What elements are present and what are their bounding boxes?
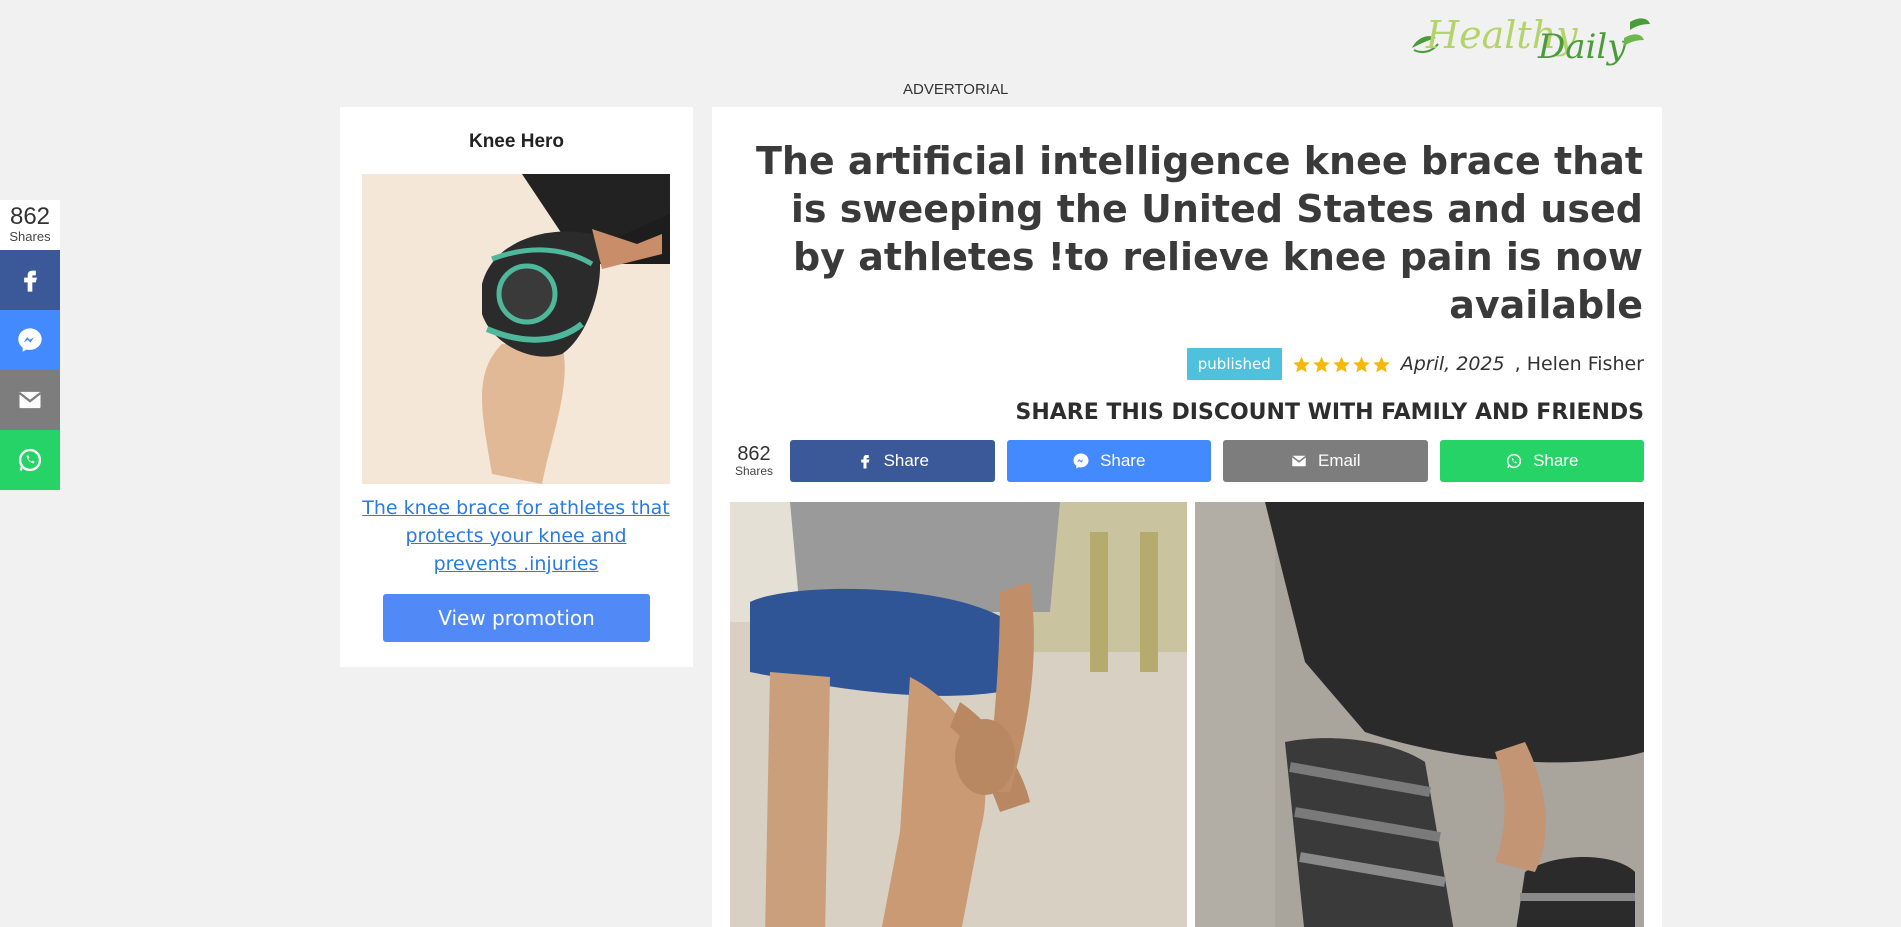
float-email-button[interactable]	[0, 370, 60, 430]
article-meta: published April, 2025 , Helen Fisher	[1186, 347, 1644, 381]
advertorial-label: ADVERTORIAL	[903, 81, 1009, 98]
article-card: The artificial intelligence knee brace t…	[712, 107, 1662, 927]
share-count: 862	[9, 203, 51, 230]
messenger-icon	[18, 328, 42, 352]
floating-share-bar: 862 Shares	[0, 200, 60, 490]
email-share-button[interactable]: Email	[1223, 440, 1428, 482]
share-button-label: Email	[1317, 451, 1361, 470]
man-holding-knee-photo	[730, 502, 1187, 927]
star-icon	[1372, 356, 1390, 372]
article-author: , Helen Fisher	[1514, 353, 1644, 375]
star-icon	[1292, 356, 1310, 372]
article-date: April, 2025	[1400, 353, 1505, 375]
logo-text-daily: Daily	[1537, 27, 1627, 67]
sidebar-title: Knee Hero	[468, 131, 565, 152]
inline-share-counter: 862 Shares	[730, 444, 778, 478]
whatsapp-icon	[1506, 453, 1522, 469]
email-icon	[18, 391, 42, 409]
facebook-icon	[860, 455, 870, 469]
share-count: 862	[737, 443, 771, 465]
star-icon	[1352, 356, 1370, 372]
float-messenger-button[interactable]	[0, 310, 60, 370]
share-button-label: Share	[1100, 451, 1146, 470]
email-icon	[1291, 455, 1307, 467]
knee-brace-worn-photo	[1195, 502, 1644, 927]
facebook-icon	[24, 270, 37, 292]
article-headline: The artificial intelligence knee brace t…	[755, 139, 1643, 327]
published-badge: published	[1186, 348, 1282, 380]
float-whatsapp-button[interactable]	[0, 430, 60, 490]
star-icon	[1332, 356, 1350, 372]
site-logo[interactable]: Healthy Daily	[1404, 8, 1654, 72]
author-name: Helen Fisher	[1526, 353, 1644, 375]
sidebar-product-card: Knee Hero The knee brace for athletes th…	[340, 107, 693, 667]
share-count-label: Shares	[9, 229, 51, 244]
share-counter: 862 Shares	[0, 200, 60, 250]
view-promotion-button[interactable]: View promotion	[383, 594, 650, 642]
star-icon	[1312, 356, 1330, 372]
share-count-label: Shares	[734, 464, 774, 478]
messenger-icon	[1073, 453, 1089, 469]
facebook-share-button[interactable]: Share	[790, 440, 995, 482]
whatsapp-share-button[interactable]: Share	[1439, 440, 1644, 482]
share-button-label: Share	[1533, 451, 1579, 470]
float-facebook-button[interactable]	[0, 250, 60, 310]
share-button-label: Share	[883, 451, 929, 470]
rating-stars	[1292, 355, 1391, 374]
share-buttons-row: 862 Shares Share Share Email Share	[730, 440, 1644, 482]
messenger-share-button[interactable]: Share	[1006, 440, 1211, 482]
sidebar-product-link[interactable]: The knee brace for athletes that protect…	[362, 494, 670, 578]
whatsapp-icon	[18, 448, 42, 472]
share-heading: SHARE THIS DISCOUNT WITH FAMILY AND FRIE…	[1015, 400, 1644, 425]
knee-brace-product-image[interactable]	[362, 174, 670, 484]
